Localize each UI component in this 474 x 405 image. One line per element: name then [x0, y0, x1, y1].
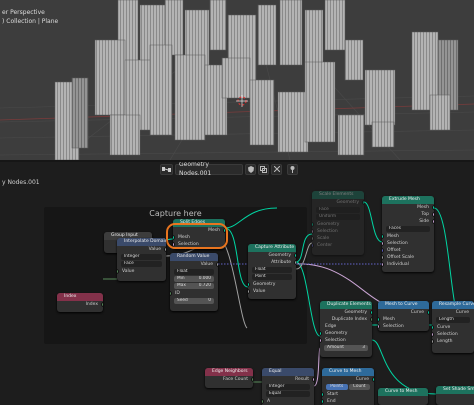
- scale-mode-dropdown[interactable]: Uniform: [316, 214, 360, 220]
- socket-mesh-in: Mesh: [378, 316, 429, 323]
- node-header: Random Value: [170, 253, 218, 261]
- node-random-value[interactable]: Random Value Value Float Min 0.000 Max 0.7…: [170, 253, 218, 311]
- resample-mode-dropdown[interactable]: Length: [436, 317, 470, 323]
- count-toggle[interactable]: Count: [348, 384, 370, 390]
- socket-length: Length: [432, 338, 474, 345]
- socket-face-count-out: Face Count: [205, 376, 253, 383]
- node-header: Extrude Mesh: [382, 196, 434, 204]
- capture-domain-dropdown[interactable]: Point: [252, 274, 292, 280]
- socket-offset: Offset: [382, 247, 434, 254]
- node-curve-to-mesh-right[interactable]: Curve to Mesh: [378, 388, 428, 405]
- node-editor[interactable]: Geometry Nodes.001 y Nodes.001 Capture h…: [0, 162, 474, 405]
- type-dropdown[interactable]: Integer: [121, 254, 162, 260]
- node-header: Capture Attribute: [248, 244, 296, 252]
- node-header: Set Shade Smoo: [436, 386, 474, 394]
- socket-mesh-out: Mesh: [382, 204, 434, 211]
- socket-top-out: Top: [382, 211, 434, 218]
- socket-geometry-in: Geometry: [320, 330, 372, 337]
- socket-selection: Selection: [378, 323, 429, 330]
- socket-selection: Selection: [320, 337, 372, 344]
- node-mesh-to-curve[interactable]: Mesh to Curve Curve Mesh Selection: [378, 301, 429, 331]
- socket-center: Center: [312, 242, 364, 249]
- equal-compare-dropdown[interactable]: Equal: [266, 391, 310, 397]
- domain-label: Edge: [325, 324, 337, 329]
- node-resample-curve[interactable]: Resample Curve Curve Length Curve Select…: [432, 301, 474, 353]
- node-capture-attribute[interactable]: Capture Attribute Geometry Attribute Flo…: [248, 244, 296, 299]
- 3d-viewport[interactable]: er Perspective ) Collection | Plane: [0, 0, 474, 160]
- node-extrude-mesh[interactable]: Extrude Mesh Mesh Top Side Faces Mesh Se…: [382, 196, 434, 272]
- node-set-shade-smooth[interactable]: Set Shade Smoo: [436, 386, 474, 405]
- orange-highlight-annotation: [166, 223, 228, 249]
- city-buildings: [54, 0, 459, 160]
- socket-geometry-out: Geometry: [248, 252, 296, 259]
- points-toggle[interactable]: Points: [326, 384, 348, 390]
- random-type-dropdown[interactable]: Float: [174, 269, 214, 275]
- collection-label: ) Collection | Plane: [2, 18, 59, 25]
- socket-curve-out: Curve: [455, 310, 469, 315]
- node-equal[interactable]: Equal Result Integer Equal A: [262, 368, 314, 405]
- node-header: Curve to Mesh: [378, 388, 428, 396]
- capture-type-dropdown[interactable]: Float: [252, 267, 292, 273]
- socket-geometry-out: Geometry: [312, 199, 364, 206]
- socket-mesh-in: Mesh: [382, 233, 434, 240]
- socket-side-out: Side: [382, 218, 434, 225]
- socket-start: Start: [322, 391, 374, 398]
- socket-end: End: [322, 398, 374, 405]
- socket-id: ID: [170, 290, 218, 297]
- node-header: Edge Neighbors: [205, 368, 253, 376]
- socket-geometry-in: Geometry: [312, 221, 364, 228]
- node-header: Equal: [262, 368, 314, 376]
- domain-dropdown[interactable]: Face: [121, 261, 162, 267]
- curve-mode-toggle[interactable]: Points Count: [326, 384, 370, 390]
- node-edge-neighbors[interactable]: Edge Neighbors Face Count: [205, 368, 253, 388]
- socket-curve: Curve: [322, 376, 374, 383]
- socket-duplicate-index-out: Duplicate Index: [320, 316, 372, 323]
- amount-field[interactable]: Amount 3: [324, 345, 368, 351]
- equal-type-dropdown[interactable]: Integer: [266, 384, 310, 390]
- node-header: Index: [57, 293, 103, 301]
- socket-result-out: Result: [262, 376, 314, 383]
- node-scale-elements[interactable]: Scale Elements Geometry Face Uniform Geo…: [312, 191, 364, 255]
- socket-individual: Individual: [382, 261, 434, 268]
- viewport-scene: [0, 0, 474, 160]
- socket-curve-in: Curve: [432, 324, 474, 331]
- socket-geometry-out: Geometry: [320, 309, 372, 316]
- socket-index-out: Index: [57, 301, 103, 308]
- node-header: Duplicate Elements: [320, 301, 372, 309]
- seed-field[interactable]: Seed 0: [174, 298, 214, 304]
- node-curve-to-mesh[interactable]: Curve to Mesh Curve Points Count Start E…: [322, 368, 374, 405]
- min-field[interactable]: Min 0.000: [174, 276, 214, 282]
- extrude-mode-dropdown[interactable]: Faces: [386, 226, 430, 232]
- node-duplicate-elements[interactable]: Duplicate Elements Geometry Duplicate In…: [320, 301, 372, 357]
- socket-offset-scale: Offset Scale: [382, 254, 434, 261]
- socket-attribute-out: Attribute: [248, 259, 296, 266]
- socket-value-in: Value: [117, 268, 166, 275]
- node-header: Curve to Mesh: [322, 368, 374, 376]
- viewport-info-overlay: er Perspective ) Collection | Plane: [2, 8, 58, 26]
- node-index[interactable]: Index Index: [57, 293, 103, 312]
- node-interpolate-domain[interactable]: Interpolate Domain Value Integer Face Va…: [117, 238, 166, 281]
- socket-a: A: [262, 398, 314, 405]
- socket-scale: Scale: [312, 235, 364, 242]
- node-header: Scale Elements: [312, 191, 364, 199]
- socket-value-out: Value: [170, 261, 218, 268]
- socket-curve-out: Curve: [378, 309, 429, 316]
- node-header: Resample Curve: [432, 301, 474, 309]
- socket-value-in: Value: [248, 288, 296, 295]
- socket-value-out: Value: [117, 246, 166, 253]
- socket-geometry-in: Geometry: [248, 281, 296, 288]
- node-header: Interpolate Domain: [117, 238, 166, 246]
- scale-domain-dropdown[interactable]: Face: [316, 207, 360, 213]
- max-field[interactable]: Max 0.720: [174, 283, 214, 289]
- socket-selection: Selection: [382, 240, 434, 247]
- socket-selection: Selection: [432, 331, 474, 338]
- node-header: Mesh to Curve: [378, 301, 429, 309]
- socket-selection: Selection: [312, 228, 364, 235]
- view-mode-label: er Perspective: [2, 9, 45, 16]
